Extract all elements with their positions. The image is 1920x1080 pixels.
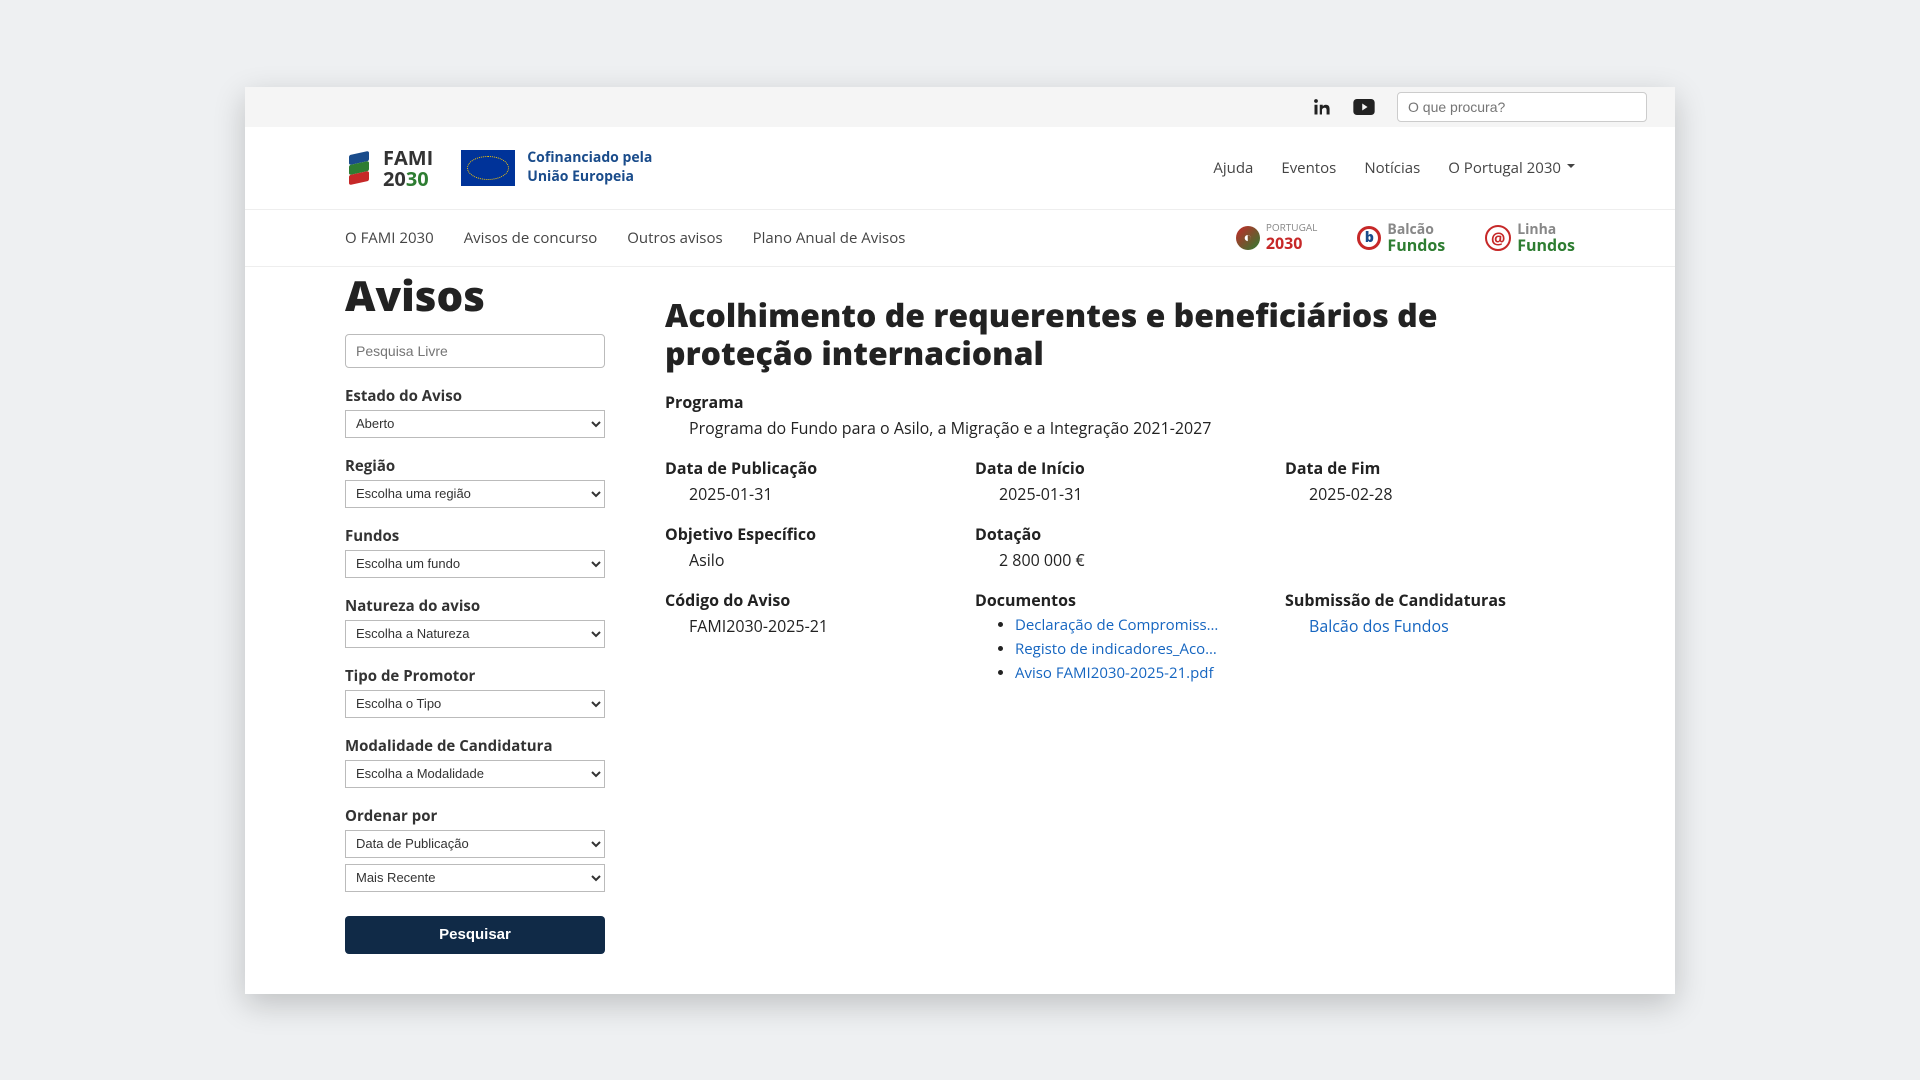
logo-portugal2030[interactable]: ◐ PORTUGAL2030: [1236, 222, 1318, 254]
nav-portugal2030[interactable]: O Portugal 2030: [1448, 158, 1575, 178]
filter-modalidade-select[interactable]: Escolha a Modalidade: [345, 760, 605, 788]
detail-title: Acolhimento de requerentes e beneficiári…: [665, 297, 1575, 374]
balcao-icon: b: [1357, 226, 1381, 250]
youtube-icon[interactable]: [1353, 99, 1375, 115]
filter-regiao-select[interactable]: Escolha uma região: [345, 480, 605, 508]
subnav-plano[interactable]: Plano Anual de Avisos: [753, 228, 906, 248]
filter-ordenar-field-select[interactable]: Data de Publicação: [345, 830, 605, 858]
section-cod: Código do Aviso FAMI2030-2025-21: [665, 589, 955, 687]
subnav-avisos[interactable]: Avisos de concurso: [464, 228, 598, 248]
filter-ordenar-dir-select[interactable]: Mais Recente: [345, 864, 605, 892]
data-ini-value: 2025-01-31: [975, 483, 1265, 505]
doc-link-3[interactable]: Aviso FAMI2030-2025-21.pdf: [1015, 663, 1265, 683]
filter-modalidade-label: Modalidade de Candidatura: [345, 736, 605, 756]
filter-fundos: Fundos Escolha um fundo: [345, 526, 605, 578]
free-search-input[interactable]: [345, 334, 605, 368]
filter-promotor filter: Tipo de Promotor Escolha o Tipo: [345, 666, 605, 718]
sidebar: Avisos Estado do Aviso Aberto Região Esc…: [345, 267, 605, 954]
doc-label: Documentos: [975, 589, 1265, 611]
logo-linha-fundos[interactable]: @ LinhaFundos: [1485, 223, 1575, 253]
linha-t2: Fundos: [1517, 237, 1575, 253]
sidebar-title: Avisos: [345, 267, 605, 324]
partner-logos: ◐ PORTUGAL2030 b BalcãoFundos @ LinhaFun…: [1236, 222, 1575, 254]
sub-label: Submissão de Candidaturas: [1285, 589, 1575, 611]
filter-estado: Estado do Aviso Aberto: [345, 386, 605, 438]
sub-link[interactable]: Balcão dos Fundos: [1285, 615, 1575, 637]
app-frame: FAMI 2030 Cofinanciado pela União Europe…: [245, 87, 1675, 994]
doc-link-2[interactable]: Registo de indicadores_Aco…: [1015, 639, 1265, 659]
subnav-outros[interactable]: Outros avisos: [627, 228, 722, 248]
search-button[interactable]: Pesquisar: [345, 916, 605, 954]
filter-ordenar-label: Ordenar por: [345, 806, 605, 826]
data-pub-label: Data de Publicação: [665, 457, 955, 479]
fami-logo[interactable]: FAMI 2030: [345, 147, 433, 189]
eu-logo: Cofinanciado pela União Europeia: [461, 149, 652, 185]
filter-natureza: Natureza do aviso Escolha a Natureza: [345, 596, 605, 648]
subheader: O FAMI 2030 Avisos de concurso Outros av…: [245, 210, 1675, 267]
dot-value: 2 800 000 €: [975, 549, 1265, 571]
cod-label: Código do Aviso: [665, 589, 955, 611]
obj-label: Objetivo Específico: [665, 523, 955, 545]
nav-eventos[interactable]: Eventos: [1281, 158, 1336, 178]
top-search-input[interactable]: [1397, 92, 1647, 122]
section-data-fim: Data de Fim 2025-02-28: [1285, 457, 1575, 505]
section-docs: Documentos Declaração de Compromiss… Reg…: [975, 589, 1265, 687]
main-nav: Ajuda Eventos Notícias O Portugal 2030: [1213, 158, 1575, 178]
section-obj: Objetivo Específico Asilo: [665, 523, 955, 571]
data-fim-value: 2025-02-28: [1285, 483, 1575, 505]
programa-value: Programa do Fundo para o Asilo, a Migraç…: [665, 417, 1575, 439]
filter-natureza-select[interactable]: Escolha a Natureza: [345, 620, 605, 648]
logo-balcao-fundos[interactable]: b BalcãoFundos: [1357, 223, 1445, 253]
section-sub: Submissão de Candidaturas Balcão dos Fun…: [1285, 589, 1575, 687]
linha-icon: @: [1485, 225, 1511, 251]
filter-promotor-select[interactable]: Escolha o Tipo: [345, 690, 605, 718]
eu-text-1: Cofinanciado pela: [527, 149, 652, 167]
filter-estado-label: Estado do Aviso: [345, 386, 605, 406]
cod-value: FAMI2030-2025-21: [665, 615, 955, 637]
fami-20: 20: [383, 165, 406, 192]
sub-nav: O FAMI 2030 Avisos de concurso Outros av…: [345, 228, 905, 248]
p2030-main: 2030: [1266, 232, 1303, 254]
spacer-col: [1285, 523, 1575, 571]
obj-value: Asilo: [665, 549, 955, 571]
filter-regiao: Região Escolha uma região: [345, 456, 605, 508]
filter-regiao-label: Região: [345, 456, 605, 476]
balcao-t2: Fundos: [1387, 237, 1445, 253]
filter-estado-select[interactable]: Aberto: [345, 410, 605, 438]
subnav-ofami[interactable]: O FAMI 2030: [345, 228, 434, 248]
filter-promotor-label: Tipo de Promotor: [345, 666, 605, 686]
section-dot: Dotação 2 800 000 €: [975, 523, 1265, 571]
fami-icon: [345, 151, 373, 185]
filter-fundos-select[interactable]: Escolha um fundo: [345, 550, 605, 578]
filter-ordenar: Ordenar por Data de Publicação Mais Rece…: [345, 806, 605, 898]
detail-panel: Acolhimento de requerentes e beneficiári…: [665, 267, 1575, 954]
section-data-ini: Data de Início 2025-01-31: [975, 457, 1265, 505]
logo-group: FAMI 2030 Cofinanciado pela União Europe…: [345, 147, 652, 189]
data-pub-value: 2025-01-31: [665, 483, 955, 505]
content: Avisos Estado do Aviso Aberto Região Esc…: [245, 267, 1675, 994]
filter-fundos-label: Fundos: [345, 526, 605, 546]
p2030-sub: PORTUGAL: [1266, 222, 1318, 232]
fami-30: 30: [406, 165, 429, 192]
portugal2030-icon: ◐: [1236, 226, 1260, 250]
nav-noticias[interactable]: Notícias: [1364, 158, 1420, 178]
section-data-pub: Data de Publicação 2025-01-31: [665, 457, 955, 505]
section-programa: Programa Programa do Fundo para o Asilo,…: [665, 391, 1575, 439]
topbar: [245, 87, 1675, 127]
eu-text-2: União Europeia: [527, 168, 652, 186]
dot-label: Dotação: [975, 523, 1265, 545]
eu-flag-icon: [461, 150, 515, 186]
data-ini-label: Data de Início: [975, 457, 1265, 479]
programa-label: Programa: [665, 391, 1575, 413]
filter-modalidade: Modalidade de Candidatura Escolha a Moda…: [345, 736, 605, 788]
doc-link-1[interactable]: Declaração de Compromiss…: [1015, 615, 1265, 635]
linkedin-icon[interactable]: [1313, 98, 1331, 116]
data-fim-label: Data de Fim: [1285, 457, 1575, 479]
nav-ajuda[interactable]: Ajuda: [1213, 158, 1253, 178]
header: FAMI 2030 Cofinanciado pela União Europe…: [245, 127, 1675, 210]
filter-natureza-label: Natureza do aviso: [345, 596, 605, 616]
